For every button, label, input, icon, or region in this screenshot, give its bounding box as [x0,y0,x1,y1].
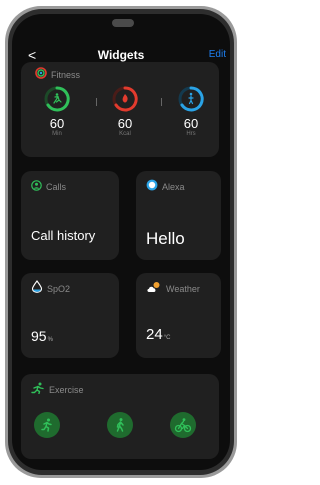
divider [161,98,162,106]
exercise-header: Exercise [31,381,84,399]
exercise-label: Exercise [49,385,84,395]
fitness-metric-stand[interactable]: 60 Hrs [171,86,211,138]
fitness-metric-steps[interactable]: 60 Min [37,86,77,138]
temperature-value: 24 [146,326,163,343]
calls-header: Calls [31,180,66,194]
alexa-greeting: Hello [146,229,185,248]
call-history-text: Call history [31,228,96,243]
flame-icon [112,86,138,112]
calls-label: Calls [46,182,67,192]
spo2-widget[interactable]: SpO2 95% [21,273,119,358]
alexa-icon [146,178,158,196]
steps-unit: Min [52,131,62,137]
start-running-button[interactable] [34,412,60,438]
contact-icon [31,178,42,196]
start-walking-button[interactable] [107,412,133,438]
stand-unit: Hrs [186,131,196,137]
walking-icon [116,418,124,432]
fitness-header: Fitness [35,66,81,84]
calories-value: 60 [117,116,133,131]
exercise-icon [31,381,45,399]
steps-value: 60 [49,116,65,131]
camera-notch [112,19,134,27]
temperature-unit: °C [163,335,171,341]
weather-value-row: 24°C [146,326,170,343]
start-cycling-button[interactable] [170,412,196,438]
divider [96,98,97,106]
blood-oxygen-icon [31,280,43,298]
running-icon [44,86,70,112]
alexa-header: Alexa [146,178,185,196]
fitness-widget[interactable]: Fitness 60 Min 60 Kcal 60 Hrs [21,62,219,157]
fitness-metric-calories[interactable]: 60 Kcal [105,86,145,138]
alexa-widget[interactable]: Alexa Hello [136,171,221,260]
running-icon [41,418,52,432]
spo2-label: SpO2 [47,284,71,294]
spo2-unit: % [47,337,53,343]
spo2-header: SpO2 [31,280,71,298]
spo2-value: 95 [31,328,47,344]
standing-icon [178,86,204,112]
fitness-metrics: 60 Min 60 Kcal 60 Hrs [21,86,219,156]
alexa-label: Alexa [162,182,185,192]
stand-value: 60 [183,116,199,131]
calls-widget[interactable]: Calls Call history [21,171,119,260]
weather-header: Weather [146,282,200,296]
partly-cloudy-icon [146,280,162,298]
cycling-icon [174,418,192,433]
exercise-widget[interactable]: Exercise [21,374,219,459]
fitness-icon [35,66,47,84]
weather-label: Weather [166,284,200,294]
calories-unit: Kcal [119,131,131,137]
weather-widget[interactable]: Weather 24°C [136,273,221,358]
fitness-label: Fitness [51,70,81,80]
spo2-value-row: 95% [31,328,53,344]
